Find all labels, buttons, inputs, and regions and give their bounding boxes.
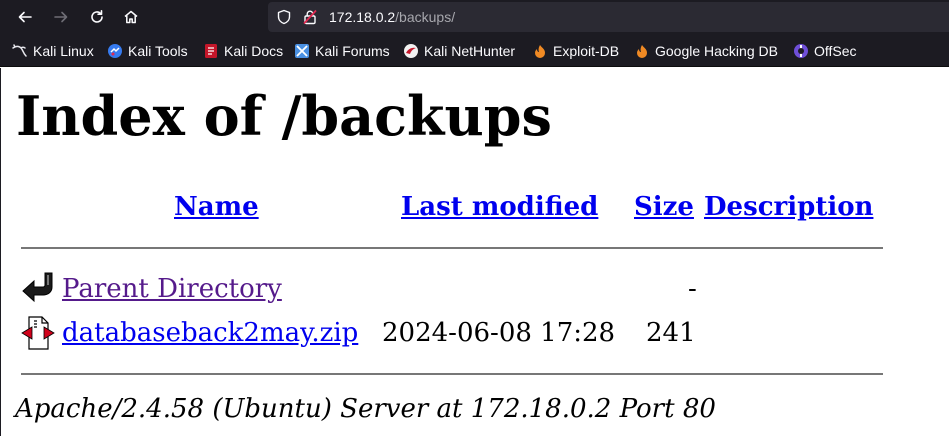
bookmark-label: OffSec [814, 43, 857, 59]
table-cell-last-modified: 2024-06-08 17:28 [382, 318, 616, 348]
bookmark-kali-docs[interactable]: Kali Docs [203, 43, 283, 59]
arrow-left-icon[interactable] [11, 3, 39, 31]
column-header-description[interactable]: Description [704, 191, 873, 223]
bookmark-kali-linux[interactable]: Kali Linux [12, 43, 94, 59]
table-row-link-parent-directory[interactable]: Parent Directory [62, 273, 282, 305]
url-text[interactable]: 172.18.0.2/backups/ [329, 9, 455, 25]
browser-toolbar: 172.18.0.2/backups/ [0, 0, 949, 35]
bookmark-exploit-db[interactable]: Exploit-DB [532, 43, 619, 59]
table-row-link-databaseback2may-zip[interactable]: databaseback2may.zip [62, 317, 358, 349]
ghdb-icon [634, 43, 650, 59]
kali-forums-icon [294, 43, 310, 59]
offsec-icon [793, 43, 809, 59]
table-cell-size: 241 [646, 318, 696, 348]
address-bar[interactable]: 172.18.0.2/backups/ [268, 2, 949, 32]
kali-docs-icon [203, 43, 219, 59]
nethunter-icon [403, 43, 419, 59]
bookmark-label: Kali Docs [224, 43, 284, 59]
server-signature: Apache/2.4.58 (Ubuntu) Server at 172.18.… [15, 394, 716, 424]
bookmark-offsec[interactable]: OffSec [793, 43, 857, 59]
bookmark-kali-forums[interactable]: Kali Forums [294, 43, 390, 59]
bookmark-kali-tools[interactable]: Kali Tools [107, 43, 188, 59]
reload-icon[interactable] [83, 3, 111, 31]
bookmark-label: Exploit-DB [553, 43, 620, 59]
arrow-right-icon[interactable] [47, 3, 75, 31]
bookmark-label: Google Hacking DB [655, 43, 778, 59]
kali-dragon-icon [12, 43, 28, 59]
compressed-file-icon [20, 315, 56, 351]
bookmark-label: Kali Linux [33, 43, 94, 59]
home-icon[interactable] [117, 3, 145, 31]
kali-tools-icon [107, 43, 123, 59]
insecure-lock-icon[interactable] [302, 9, 318, 25]
bookmark-google-hacking-db[interactable]: Google Hacking DB [634, 43, 778, 59]
url-host: 172.18.0.2 [329, 9, 396, 25]
bookmark-label: Kali Tools [128, 43, 188, 59]
column-header-size[interactable]: Size [634, 191, 694, 223]
divider [21, 373, 883, 375]
bookmark-label: Kali NetHunter [424, 43, 516, 59]
back-arrow-icon [20, 269, 56, 305]
shield-icon[interactable] [276, 9, 292, 25]
column-header-name[interactable]: Name [174, 191, 259, 223]
page-title: Index of /backups [16, 84, 552, 148]
exploit-db-icon [532, 43, 548, 59]
bookmarks-toolbar: Kali Linux Kali Tools Kali Docs Kali For… [0, 35, 949, 67]
page-content: Index of /backups Name Last modified Siz… [0, 68, 949, 436]
table-cell-size: - [688, 274, 697, 304]
bookmark-kali-nethunter[interactable]: Kali NetHunter [403, 43, 515, 59]
url-path: /backups/ [395, 9, 456, 25]
divider [21, 247, 883, 249]
bookmark-label: Kali Forums [315, 43, 390, 59]
column-header-last-modified[interactable]: Last modified [401, 191, 598, 223]
